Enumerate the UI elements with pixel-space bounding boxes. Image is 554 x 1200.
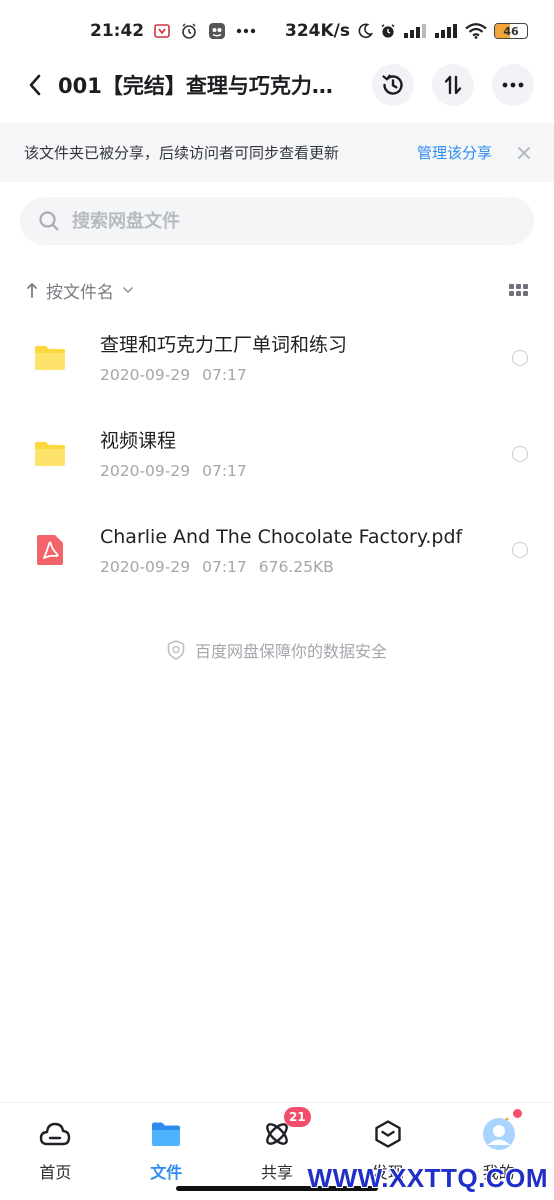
page-title: 001【完结】查理与巧克力工厂: [58, 74, 348, 98]
file-info: 视频课程 2020-09-29 07:17: [100, 428, 512, 480]
file-name: 查理和巧克力工厂单词和练习: [100, 334, 348, 356]
status-right: 324K/s 46: [285, 21, 528, 41]
folder-icon: [149, 1117, 183, 1151]
file-meta: 2020-09-29 07:17: [100, 366, 512, 384]
history-button[interactable]: [372, 64, 414, 106]
header-actions: [372, 64, 534, 106]
pdf-file-icon: [32, 532, 68, 568]
grid-view-icon[interactable]: [509, 284, 528, 296]
status-left: 21:42: [90, 21, 256, 41]
file-date: 2020-09-29: [100, 558, 191, 576]
select-checkbox[interactable]: [512, 446, 528, 462]
close-notice-button[interactable]: [516, 145, 532, 161]
chevron-left-icon: [29, 74, 41, 96]
folder-icon: [32, 340, 68, 376]
nav-home-label: 首页: [39, 1163, 72, 1182]
file-time: 07:17: [202, 462, 247, 480]
search-bar[interactable]: [20, 197, 534, 245]
nav-home[interactable]: 首页: [0, 1103, 111, 1200]
file-date: 2020-09-29: [100, 366, 191, 384]
arrow-up-icon: [27, 283, 37, 298]
close-icon: [518, 146, 530, 159]
wifi-icon: [465, 23, 487, 39]
more-button[interactable]: [492, 64, 534, 106]
status-time: 21:42: [90, 21, 145, 41]
nav-share-label: 共享: [260, 1163, 293, 1182]
shield-icon: [167, 640, 185, 660]
alarm-clock-icon: [380, 23, 396, 39]
data-safety-note: 百度网盘保障你的数据安全: [0, 638, 554, 662]
file-size: 676.25KB: [258, 558, 334, 576]
manage-share-link[interactable]: 管理该分享: [417, 142, 492, 163]
more-notifications-icon: [236, 28, 256, 34]
file-list: 查理和巧克力工厂单词和练习 2020-09-29 07:17 视频课程 2020…: [0, 310, 554, 598]
file-time: 07:17: [202, 366, 247, 384]
status-bar: 21:42 324K/s 46: [0, 0, 554, 62]
nav-files-label: 文件: [150, 1163, 183, 1182]
share-notice-text: 该文件夹已被分享，后续访问者可同步查看更新: [24, 144, 340, 162]
header-bar: 001【完结】查理与巧克力工厂: [0, 62, 554, 108]
sort-by-name-button[interactable]: 按文件名: [46, 278, 114, 303]
data-safety-text: 百度网盘保障你的数据安全: [194, 642, 387, 661]
search-input[interactable]: [72, 210, 492, 232]
alarm-icon: [180, 22, 198, 40]
history-icon: [382, 74, 403, 95]
atom-share-icon: 21: [260, 1107, 311, 1151]
battery-icon: 46: [494, 23, 528, 39]
signal-sim1-icon: [403, 23, 427, 39]
notification-dot: [512, 1109, 522, 1118]
file-name: 视频课程: [100, 430, 177, 452]
file-name: Charlie And The Chocolate Factory.pdf: [100, 526, 463, 548]
file-row[interactable]: Charlie And The Chocolate Factory.pdf 20…: [0, 502, 554, 598]
search-icon: [39, 211, 59, 231]
select-checkbox[interactable]: [512, 542, 528, 558]
listen-app-icon: [154, 23, 170, 39]
folder-icon: [32, 436, 68, 472]
sort-transfer-icon: [444, 75, 462, 95]
file-meta: 2020-09-29 07:17: [100, 462, 512, 480]
file-date: 2020-09-29: [100, 462, 191, 480]
file-info: Charlie And The Chocolate Factory.pdf 20…: [100, 524, 512, 576]
sort-transfer-button[interactable]: [432, 64, 474, 106]
back-button[interactable]: [20, 65, 50, 105]
more-icon: [502, 82, 524, 88]
avatar-icon: [482, 1109, 522, 1151]
file-info: 查理和巧克力工厂单词和练习 2020-09-29 07:17: [100, 332, 512, 384]
share-notice: 该文件夹已被分享，后续访问者可同步查看更新 管理该分享: [0, 123, 554, 182]
cube-discover-icon: [371, 1117, 405, 1151]
battery-level: 46: [503, 24, 519, 38]
file-meta: 2020-09-29 07:17 676.25KB: [100, 558, 512, 576]
watermark-logo: WWW.XXTTQ.COM: [307, 1163, 548, 1193]
moon-icon: [357, 23, 373, 39]
cloud-home-icon: [38, 1117, 72, 1151]
file-row[interactable]: 视频课程 2020-09-29 07:17: [0, 406, 554, 502]
sort-bar: 按文件名: [0, 272, 554, 308]
app-notification-icon: [208, 22, 226, 40]
chevron-down-icon: [122, 286, 134, 294]
signal-sim2-icon: [434, 23, 458, 39]
share-badge: 21: [283, 1107, 311, 1127]
network-speed: 324K/s: [285, 21, 350, 41]
select-checkbox[interactable]: [512, 350, 528, 366]
file-time: 07:17: [202, 558, 247, 576]
file-row[interactable]: 查理和巧克力工厂单词和练习 2020-09-29 07:17: [0, 310, 554, 406]
